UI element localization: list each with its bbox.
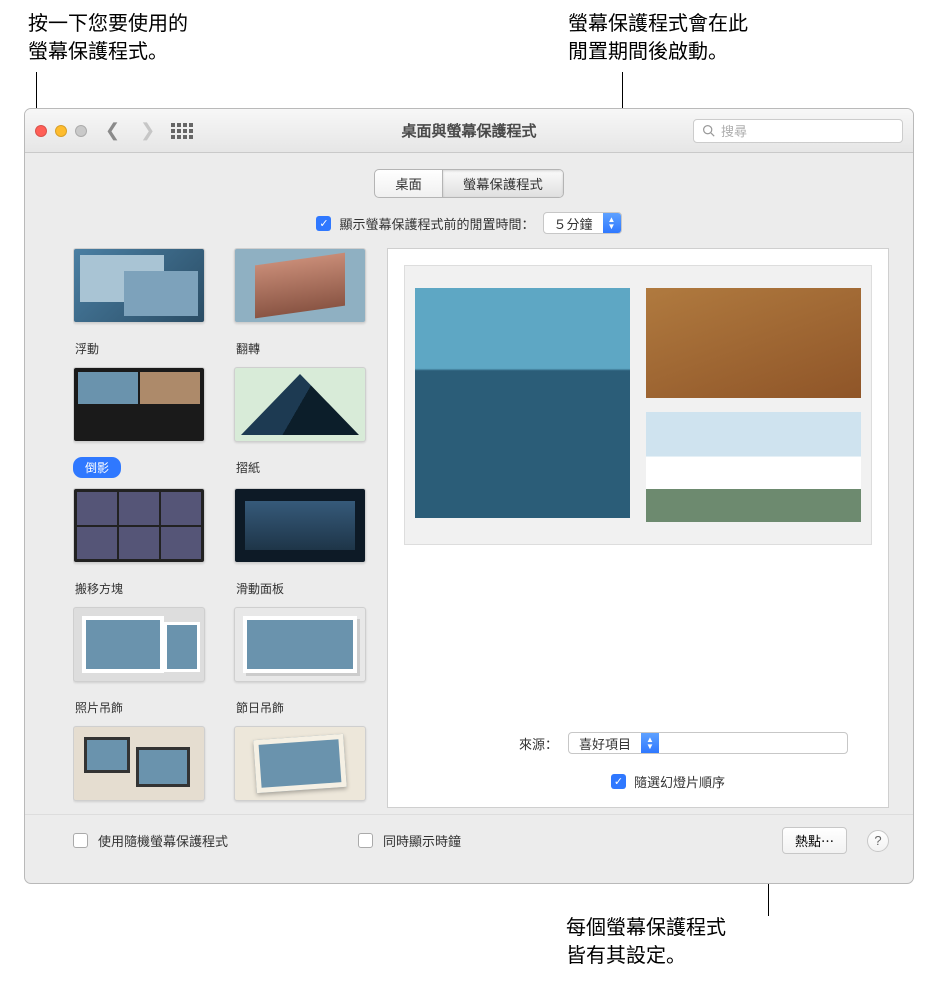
- preview-panel: 來源： 喜好項目 ▲▼ ✓ 隨選幻燈片順序: [387, 248, 889, 808]
- callout-click-saver: 按一下您要使用的 螢幕保護程式。: [28, 10, 188, 66]
- saver-item-slide[interactable]: 滑動面板: [234, 488, 373, 597]
- hot-corners-button[interactable]: 熱點⋯: [782, 827, 847, 854]
- random-slides-label: 隨選幻燈片順序: [634, 772, 725, 791]
- saver-thumb: [234, 488, 366, 563]
- saver-item-flip[interactable]: 翻轉: [234, 248, 373, 357]
- saver-thumb: [234, 367, 366, 442]
- bottom-row: 使用隨機螢幕保護程式 同時顯示時鐘 熱點⋯ ?: [25, 814, 913, 854]
- saver-thumb: [73, 488, 205, 563]
- saver-item-wall[interactable]: 照片牆: [73, 726, 212, 808]
- saver-item-reflect[interactable]: 倒影: [73, 367, 212, 478]
- chevron-updown-icon: ▲▼: [603, 213, 621, 233]
- idle-checkbox[interactable]: ✓: [316, 216, 331, 231]
- titlebar: ❮ ❯ 桌面與螢幕保護程式 搜尋: [25, 109, 913, 153]
- saver-item-vintage[interactable]: 懷舊列印: [234, 726, 373, 808]
- nav-arrows: ❮ ❯: [105, 120, 155, 141]
- saver-label: 照片吊飾: [73, 697, 123, 716]
- saver-item-float[interactable]: 浮動: [73, 248, 212, 357]
- random-saver-label: 使用隨機螢幕保護程式: [98, 831, 228, 850]
- idle-label: 顯示螢幕保護程式前的閒置時間：: [339, 214, 534, 233]
- saver-label: 滑動面板: [234, 578, 284, 597]
- chevron-updown-icon: ▲▼: [641, 733, 659, 753]
- idle-row: ✓ 顯示螢幕保護程式前的閒置時間： ５分鐘 ▲▼: [25, 206, 913, 248]
- minimize-button[interactable]: [55, 125, 67, 137]
- tab-segment: 桌面 螢幕保護程式: [374, 169, 564, 198]
- show-clock-checkbox[interactable]: [358, 833, 373, 848]
- zoom-button[interactable]: [75, 125, 87, 137]
- idle-select[interactable]: ５分鐘 ▲▼: [543, 212, 622, 234]
- saver-item-origami[interactable]: 摺紙: [234, 367, 373, 478]
- search-icon: [702, 124, 715, 137]
- random-slides-checkbox[interactable]: ✓: [611, 774, 626, 789]
- saver-label: 摺紙: [234, 457, 260, 476]
- callout-idle-period: 螢幕保護程式會在此 閒置期間後啟動。: [568, 10, 748, 66]
- saver-thumb: [234, 248, 366, 323]
- saver-thumb: [73, 607, 205, 682]
- source-label: 來源：: [519, 734, 558, 753]
- saver-label: 浮動: [73, 338, 99, 357]
- saver-item-photo[interactable]: 照片吊飾: [73, 607, 212, 716]
- screensaver-list[interactable]: 浮動 翻轉倒影 摺紙搬移方塊 滑動面板照片吊飾 節日吊飾照片牆懷舊列印: [73, 248, 373, 808]
- saver-thumb: [234, 726, 366, 801]
- saver-label: 倒影: [73, 457, 121, 478]
- traffic-lights: [35, 125, 87, 137]
- preview-image: [404, 265, 872, 545]
- tab-screensaver[interactable]: 螢幕保護程式: [443, 170, 563, 197]
- saver-thumb: [73, 367, 205, 442]
- saver-thumb: [73, 726, 205, 801]
- saver-item-holiday[interactable]: 節日吊飾: [234, 607, 373, 716]
- saver-settings: 來源： 喜好項目 ▲▼ ✓ 隨選幻燈片順序: [404, 722, 872, 791]
- back-button[interactable]: ❮: [105, 120, 120, 141]
- saver-label: 搬移方塊: [73, 578, 123, 597]
- random-saver-checkbox[interactable]: [73, 833, 88, 848]
- search-field[interactable]: 搜尋: [693, 119, 903, 143]
- source-select[interactable]: 喜好項目 ▲▼: [568, 732, 848, 754]
- prefs-window: ❮ ❯ 桌面與螢幕保護程式 搜尋 桌面 螢幕保護程式 ✓ 顯示螢幕保護程式前的閒…: [24, 108, 914, 884]
- window-title: 桌面與螢幕保護程式: [401, 120, 536, 141]
- saver-label: 節日吊飾: [234, 697, 284, 716]
- source-value: 喜好項目: [569, 734, 641, 753]
- saver-label: 翻轉: [234, 338, 260, 357]
- saver-thumb: [234, 607, 366, 682]
- show-clock-label: 同時顯示時鐘: [383, 831, 461, 850]
- close-button[interactable]: [35, 125, 47, 137]
- forward-button[interactable]: ❯: [140, 120, 155, 141]
- saver-item-shift[interactable]: 搬移方塊: [73, 488, 212, 597]
- saver-thumb: [73, 248, 205, 323]
- show-all-icon[interactable]: [171, 123, 193, 139]
- callout-each-settings: 每個螢幕保護程式 皆有其設定。: [566, 914, 726, 970]
- search-placeholder: 搜尋: [721, 121, 747, 140]
- idle-select-value: ５分鐘: [544, 214, 603, 233]
- tab-desktop[interactable]: 桌面: [375, 170, 443, 197]
- help-button[interactable]: ?: [867, 830, 889, 852]
